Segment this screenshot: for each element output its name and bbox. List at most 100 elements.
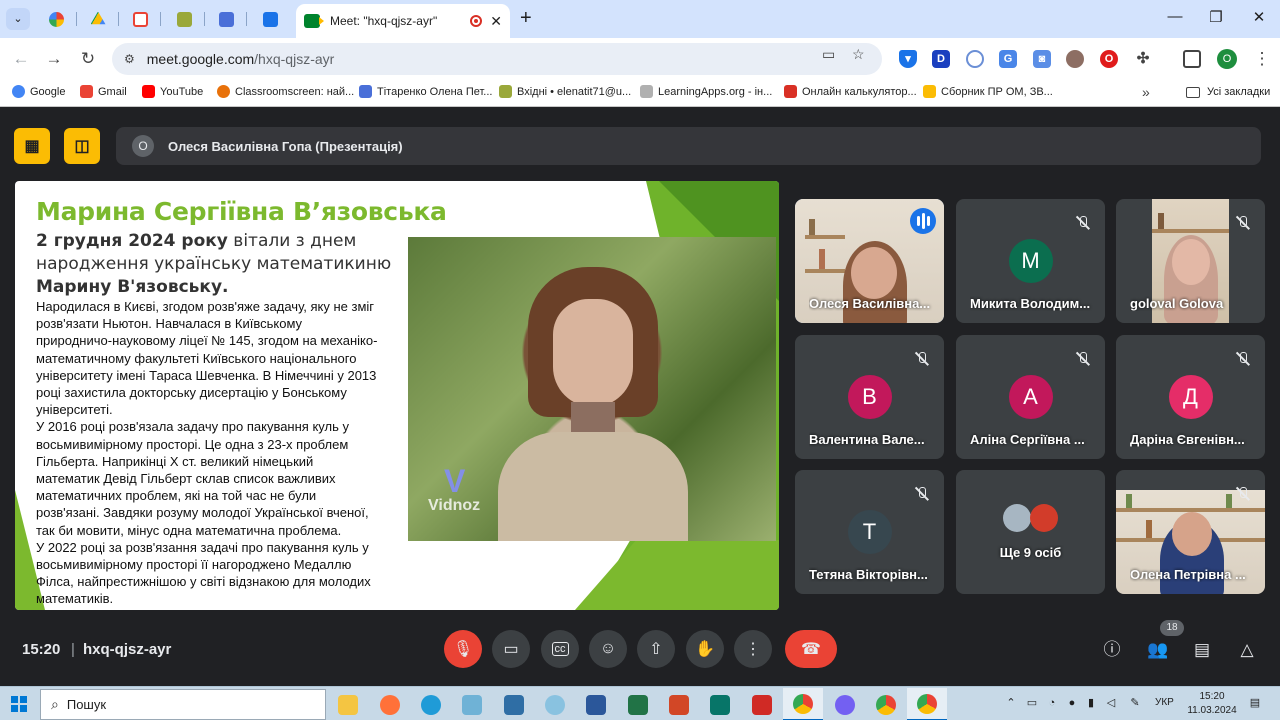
- excel-icon[interactable]: [618, 688, 658, 720]
- word-icon[interactable]: [576, 688, 616, 720]
- more-options-button[interactable]: ⋮: [734, 630, 772, 668]
- participant-tile[interactable]: М Микита Володим...: [956, 199, 1105, 323]
- pinned-tab-site[interactable]: [214, 8, 238, 30]
- paint-icon[interactable]: [535, 688, 575, 720]
- tray-clock[interactable]: 15:20 11.03.2024: [1186, 690, 1238, 718]
- edge-icon[interactable]: [411, 688, 451, 720]
- meeting-info-button[interactable]: ⓘ: [1100, 638, 1124, 662]
- youtube-icon: [142, 85, 155, 98]
- viber-icon[interactable]: [825, 688, 865, 720]
- file-explorer-icon[interactable]: [328, 688, 368, 720]
- captions-button[interactable]: cc: [541, 630, 579, 668]
- participant-tile[interactable]: goloval Golova: [1116, 199, 1265, 323]
- pinned-tab-classroom[interactable]: [258, 8, 282, 30]
- present-screen-button[interactable]: ⇧: [637, 630, 675, 668]
- site-info-icon[interactable]: ⚙: [124, 52, 135, 66]
- opera-extension-icon[interactable]: O: [1100, 50, 1118, 68]
- close-tab-icon[interactable]: ✕: [490, 13, 502, 30]
- shield-extension-icon[interactable]: ▾: [899, 50, 917, 68]
- bookmark-titarenko[interactable]: Тітаренко Олена Пет...: [359, 85, 492, 98]
- google-icon: [12, 85, 25, 98]
- all-bookmarks-folder[interactable]: Усі закладки: [1186, 86, 1270, 98]
- screen-extension-icon[interactable]: ◙: [1033, 50, 1051, 68]
- close-window-button[interactable]: ✕: [1248, 8, 1270, 26]
- bookmark-learningapps[interactable]: LearningApps.org - ін...: [640, 85, 772, 98]
- input-language[interactable]: УКР: [1155, 697, 1174, 708]
- bookmark-label: Gmail: [98, 85, 127, 98]
- pinned-tab-gmail[interactable]: [128, 8, 152, 30]
- participant-tile[interactable]: Д Даріна Євгенівн...: [1116, 335, 1265, 459]
- menu-kebab-icon[interactable]: ⋮: [1250, 47, 1274, 71]
- leave-call-button[interactable]: ☎: [785, 630, 837, 668]
- profile-avatar[interactable]: O: [1217, 49, 1237, 69]
- forward-button[interactable]: →: [42, 47, 66, 71]
- publisher-icon[interactable]: [700, 688, 740, 720]
- translate-extension-icon[interactable]: G: [999, 50, 1017, 68]
- participant-tile[interactable]: В Валентина Вале...: [795, 335, 944, 459]
- chrome-active-icon[interactable]: [907, 688, 947, 720]
- pinned-tab-google[interactable]: [44, 8, 68, 30]
- bookmark-google[interactable]: Google: [12, 85, 65, 98]
- bookmark-star-icon[interactable]: ☆: [852, 46, 865, 63]
- side-panel-icon[interactable]: [1183, 50, 1201, 68]
- camera-button[interactable]: ▭: [492, 630, 530, 668]
- battery-icon[interactable]: ▭: [1025, 696, 1039, 710]
- mic-tray-icon[interactable]: ▮: [1084, 696, 1098, 710]
- maximize-button[interactable]: ❐: [1205, 8, 1227, 26]
- microphone-off-button[interactable]: 🎙: [444, 630, 482, 668]
- layout-button[interactable]: ▦: [14, 128, 50, 164]
- pinned-tab-mail[interactable]: [172, 8, 196, 30]
- activities-button[interactable]: △: [1235, 638, 1259, 662]
- tab-separator: [204, 12, 205, 26]
- camera-in-use-icon[interactable]: ▭: [822, 46, 835, 63]
- present-layout-button[interactable]: ◫: [64, 128, 100, 164]
- bookmark-classroomscreen[interactable]: Classroomscreen: най...: [217, 85, 354, 98]
- circle-extension-icon[interactable]: [966, 50, 984, 68]
- bookmark-youtube[interactable]: YouTube: [142, 85, 203, 98]
- new-tab-button[interactable]: +: [520, 8, 532, 28]
- powerpoint-icon[interactable]: [659, 688, 699, 720]
- tab-search-dropdown[interactable]: ⌄: [6, 8, 30, 30]
- security-icon[interactable]: ●: [1065, 696, 1079, 710]
- bookmark-label: Сборник ПР ОМ, ЗВ...: [941, 85, 1053, 98]
- acrobat-icon[interactable]: [742, 688, 782, 720]
- people-button[interactable]: 👥: [1146, 638, 1170, 662]
- d-extension-icon[interactable]: D: [932, 50, 950, 68]
- bookmark-gmail[interactable]: Gmail: [80, 85, 127, 98]
- participant-tile[interactable]: Олена Петрівна ...: [1116, 470, 1265, 594]
- calculator-app-icon[interactable]: [494, 688, 534, 720]
- raise-hand-button[interactable]: ✋: [686, 630, 724, 668]
- notepad-icon[interactable]: [452, 688, 492, 720]
- chrome-icon[interactable]: [866, 688, 906, 720]
- bookmark-inbox[interactable]: Вхідні • elenatit71@u...: [499, 85, 631, 98]
- reload-button[interactable]: ↻: [76, 47, 100, 71]
- bookmark-label: Classroomscreen: най...: [235, 85, 355, 98]
- minimize-button[interactable]: —: [1164, 8, 1186, 25]
- owl-extension-icon[interactable]: [1066, 50, 1084, 68]
- gmail-icon: [80, 85, 93, 98]
- address-bar[interactable]: ⚙ meet.google.com/hxq-qjsz-ayr: [112, 43, 882, 75]
- tab-meet-active[interactable]: Meet: "hxq-qjsz-ayr" ✕: [296, 4, 510, 38]
- reactions-button[interactable]: ☺: [589, 630, 627, 668]
- bookmark-calculator[interactable]: Онлайн калькулятор...: [784, 85, 917, 98]
- participant-tile[interactable]: А Аліна Сергіївна ...: [956, 335, 1105, 459]
- chrome-app-icon[interactable]: [783, 688, 823, 720]
- network-icon[interactable]: ◔: [1045, 696, 1059, 710]
- firefox-icon[interactable]: [370, 688, 410, 720]
- chat-button[interactable]: ▤: [1190, 638, 1214, 662]
- taskbar-search[interactable]: ⌕ Пошук: [40, 689, 326, 720]
- more-participants-tile[interactable]: Ще 9 осіб: [956, 470, 1105, 594]
- participant-tile[interactable]: Т Тетяна Вікторівн...: [795, 470, 944, 594]
- pinned-tab-drive[interactable]: [86, 8, 110, 30]
- bookmark-sbornik[interactable]: Сборник ПР ОМ, ЗВ...: [923, 85, 1053, 98]
- extensions-puzzle-icon[interactable]: ✣: [1134, 50, 1152, 68]
- participant-tile[interactable]: Олеся Василівна...: [795, 199, 944, 323]
- pen-icon[interactable]: ✎: [1128, 696, 1142, 710]
- back-button[interactable]: ←: [9, 47, 33, 71]
- notifications-icon[interactable]: ▤: [1248, 696, 1262, 710]
- tray-expand-icon[interactable]: ⌃: [1004, 696, 1018, 710]
- more-bookmarks-icon[interactable]: »: [1142, 84, 1150, 100]
- volume-icon[interactable]: ◁: [1104, 696, 1118, 710]
- meeting-clock: 15:20: [22, 641, 61, 658]
- start-button[interactable]: [11, 696, 27, 712]
